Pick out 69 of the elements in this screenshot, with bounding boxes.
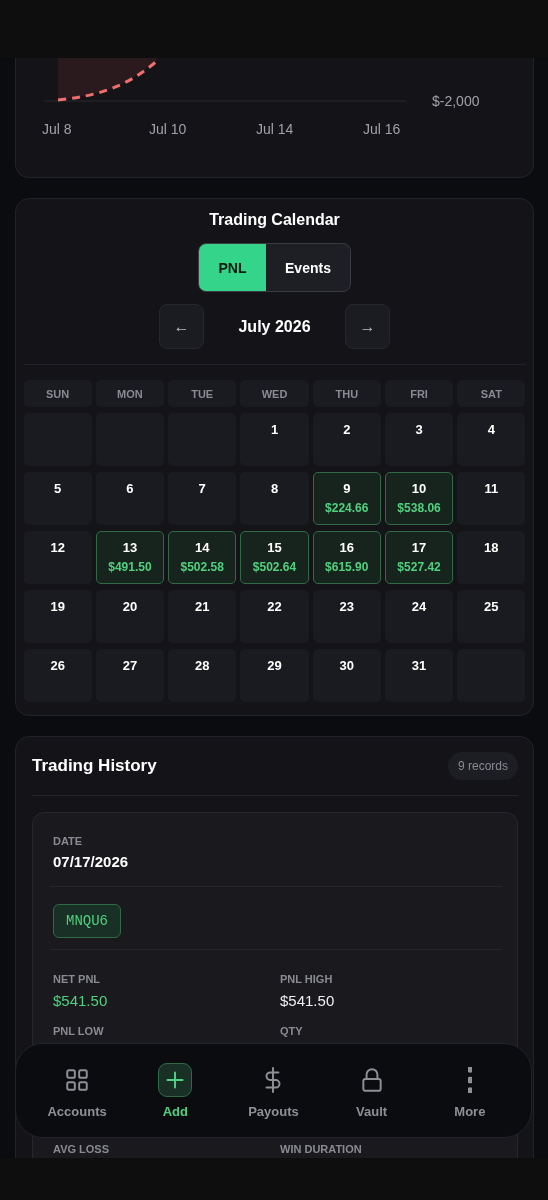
nav-item[interactable]: More <box>429 1061 510 1120</box>
calendar-day[interactable]: 5 <box>23 472 92 525</box>
field-label: AVG LOSS <box>53 1143 111 1155</box>
mode-tab[interactable]: PNL <box>199 244 266 291</box>
field-label: NET PNL <box>53 973 102 985</box>
calendar-day[interactable]: 25 <box>457 590 526 643</box>
calendar-title: Trading Calendar <box>209 211 340 229</box>
weekday-header: SUN <box>23 380 92 407</box>
calendar-day[interactable]: 6 <box>95 472 165 525</box>
history-title: Trading History <box>32 756 157 776</box>
nav-item[interactable]: Payouts <box>233 1061 314 1120</box>
calendar-day[interactable]: 9 $224.66 <box>312 472 381 525</box>
calendar-day[interactable]: 30 <box>312 649 381 702</box>
field-label: PNL HIGH <box>280 973 334 985</box>
calendar-day[interactable]: 22 <box>240 590 309 643</box>
calendar-day[interactable]: 12 <box>23 531 92 584</box>
calendar-day[interactable]: 15 $502.64 <box>240 531 309 584</box>
nav-item[interactable]: Add <box>135 1061 216 1120</box>
calendar-day[interactable]: 31 <box>384 649 454 702</box>
calendar-day[interactable]: 28 <box>168 649 237 702</box>
axis-label: Jul 16 <box>363 121 402 137</box>
calendar-day[interactable]: 8 <box>240 472 309 525</box>
field-label: QTY <box>280 1025 304 1037</box>
nav-item[interactable]: Vault <box>331 1061 412 1120</box>
calendar-day[interactable]: 19 <box>23 590 92 643</box>
axis-label: Jul 14 <box>256 121 295 137</box>
field-label: PNL LOW <box>53 1025 105 1037</box>
calendar-day[interactable]: 18 <box>457 531 526 584</box>
calendar-day[interactable]: 10 $538.06 <box>384 472 454 525</box>
grid-icon <box>64 1066 91 1093</box>
axis-label: Jul 10 <box>149 121 188 137</box>
calendar-day[interactable]: 26 <box>23 649 92 702</box>
calendar-day[interactable]: 16 $615.90 <box>312 531 381 584</box>
record-count-badge: 9 records <box>447 752 518 780</box>
calendar-day[interactable]: 11 <box>457 472 526 525</box>
calendar-day[interactable]: 3 <box>384 413 454 466</box>
field-value: $541.50 <box>280 992 336 1009</box>
weekday-header: WED <box>240 380 309 407</box>
calendar-day[interactable]: 29 <box>240 649 309 702</box>
weekday-header: TUE <box>168 380 237 407</box>
calendar-day[interactable]: 7 <box>168 472 237 525</box>
weekday-header: SAT <box>457 380 526 407</box>
calendar-day[interactable]: 17 $527.42 <box>384 531 454 584</box>
weekday-header: FRI <box>384 380 454 407</box>
calendar-day[interactable]: 13 $491.50 <box>95 531 165 584</box>
calendar-day[interactable]: 14 $502.58 <box>168 531 237 584</box>
calendar-day[interactable]: 21 <box>168 590 237 643</box>
calendar-day[interactable]: 4 <box>457 413 526 466</box>
field-label: WIN DURATION <box>280 1143 363 1155</box>
calendar-day[interactable]: 27 <box>95 649 165 702</box>
axis-label: Jul 8 <box>42 121 73 137</box>
nav-item[interactable]: Accounts <box>37 1061 118 1120</box>
more-icon <box>467 1066 473 1093</box>
mode-tab[interactable]: Events <box>266 244 350 291</box>
symbol-tag: MNQU6 <box>53 904 121 938</box>
calendar-day[interactable]: 20 <box>95 590 165 643</box>
field-label: DATE <box>53 835 84 847</box>
weekday-header: THU <box>312 380 381 407</box>
field-value: $541.50 <box>53 992 109 1009</box>
axis-label: $-2,000 <box>432 93 480 109</box>
next-month-button[interactable]: → <box>345 304 390 349</box>
previous-month-button[interactable]: ← <box>159 304 204 349</box>
calendar-day[interactable]: 1 <box>240 413 309 466</box>
weekday-header: MON <box>95 380 165 407</box>
calendar-day[interactable]: 2 <box>312 413 381 466</box>
month-title: July 2026 <box>238 317 311 336</box>
calendar-day[interactable]: 23 <box>312 590 381 643</box>
field-value: 07/17/2026 <box>53 853 130 870</box>
calendar-day[interactable]: 24 <box>384 590 454 643</box>
